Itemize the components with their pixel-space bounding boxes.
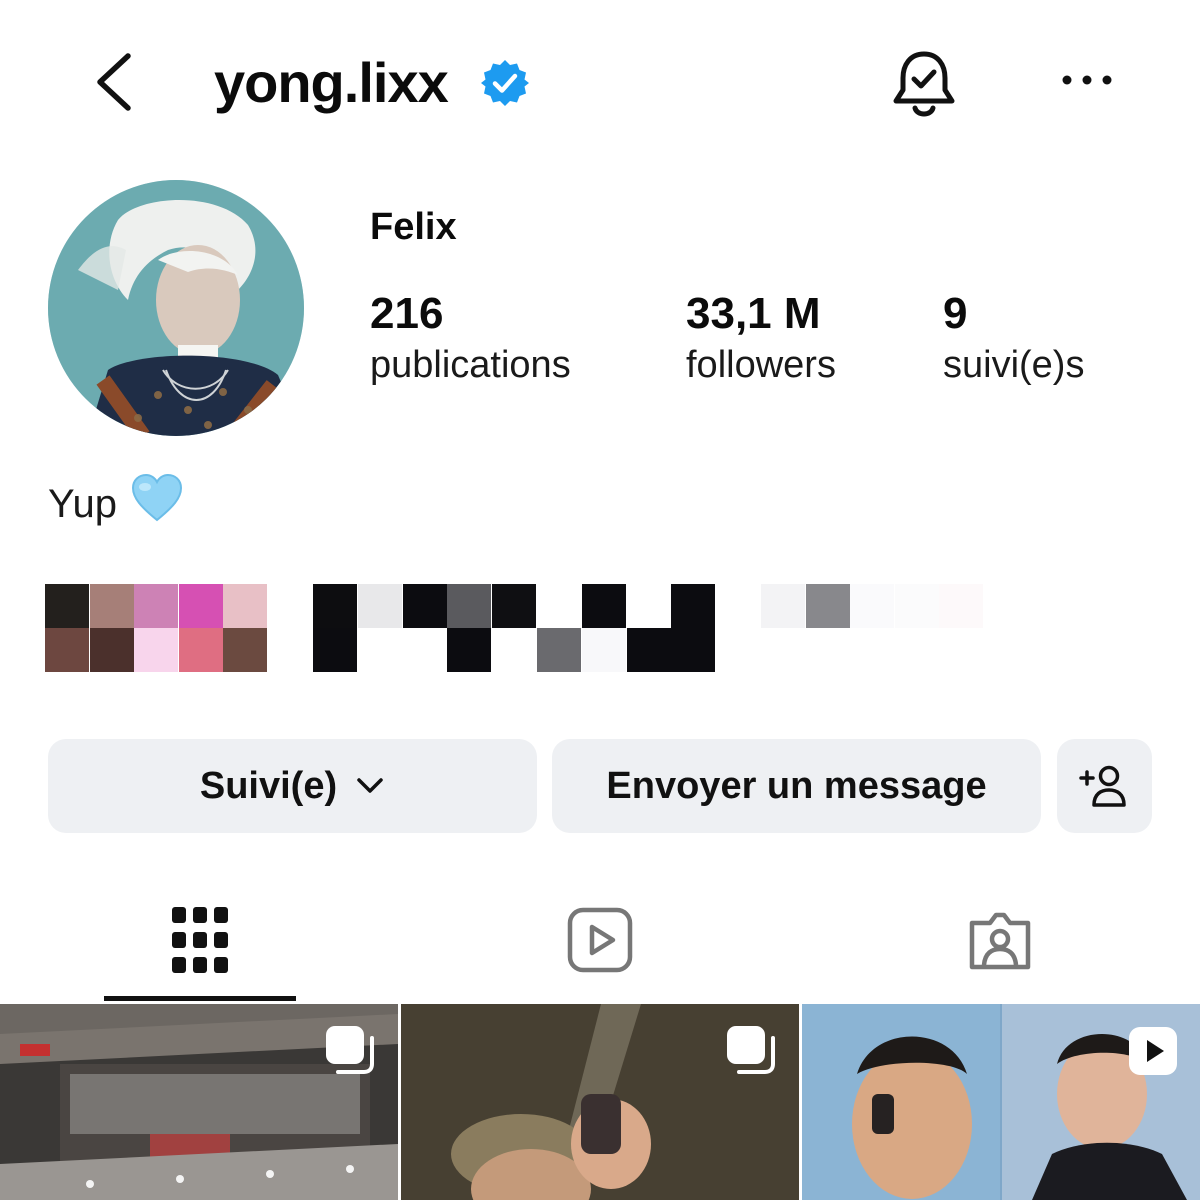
more-horizontal-icon — [1062, 75, 1112, 85]
reel-thumbnail[interactable] — [802, 1004, 1200, 1200]
pixelated-link-block — [313, 584, 716, 672]
following-count-value: 9 — [943, 289, 968, 338]
verified-badge-icon — [480, 58, 530, 108]
posts-count-label: publications — [370, 344, 571, 386]
carousel-icon — [326, 1026, 374, 1074]
send-message-label: Envoyer un message — [606, 764, 987, 807]
light-blue-heart-emoji — [131, 473, 183, 534]
active-tab-indicator — [104, 996, 296, 1001]
reel-play-badge-icon — [1129, 1027, 1177, 1075]
reels-play-icon — [567, 907, 633, 973]
following-count[interactable]: 9 suivi(e)s — [943, 288, 1084, 390]
profile-username: yong.lixx — [214, 51, 449, 114]
more-options-button[interactable] — [1058, 60, 1116, 100]
add-person-icon — [1078, 765, 1126, 807]
tab-tagged[interactable] — [904, 880, 1096, 1000]
followers-count[interactable]: 33,1 M followers — [686, 288, 836, 390]
following-dropdown-button[interactable]: Suivi(e) — [48, 739, 537, 833]
profile-avatar[interactable] — [48, 180, 304, 436]
grid-icon — [172, 907, 228, 973]
chevron-left-icon — [97, 53, 131, 111]
post-thumbnail[interactable] — [0, 1004, 398, 1200]
posts-count[interactable]: 216 publications — [370, 288, 571, 390]
tab-reels[interactable] — [504, 880, 696, 1000]
profile-display-name: Felix — [370, 206, 457, 248]
send-message-button[interactable]: Envoyer un message — [552, 739, 1041, 833]
posts-count-value: 216 — [370, 289, 444, 338]
profile-bio: Yup — [48, 473, 183, 534]
back-button[interactable] — [88, 48, 148, 116]
carousel-icon — [727, 1026, 775, 1074]
notifications-button[interactable] — [888, 46, 960, 122]
bell-check-icon — [893, 51, 955, 117]
post-thumbnail[interactable] — [401, 1004, 799, 1200]
tab-posts-grid[interactable] — [104, 880, 296, 1000]
following-count-label: suivi(e)s — [943, 344, 1085, 386]
followers-count-value: 33,1 M — [686, 289, 821, 338]
tagged-person-icon — [969, 912, 1031, 970]
followers-count-label: followers — [686, 344, 836, 386]
pixelated-link-block — [761, 584, 984, 628]
suggested-users-button[interactable] — [1057, 739, 1152, 833]
chevron-down-icon — [357, 778, 383, 793]
following-button-label: Suivi(e) — [199, 764, 338, 807]
pixelated-link-block — [45, 584, 268, 672]
bio-text: Yup — [48, 482, 117, 526]
